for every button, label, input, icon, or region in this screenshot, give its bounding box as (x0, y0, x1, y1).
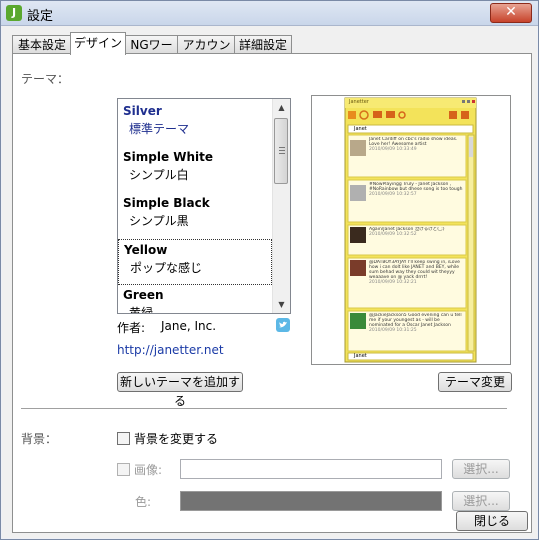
preview-app-name: Janetter (349, 99, 369, 105)
image-checkbox[interactable] (117, 463, 130, 476)
section-divider (21, 408, 507, 409)
color-swatch[interactable] (180, 491, 442, 511)
preview-tweet: #NowPlayingg Truly - Janet Jackson , #No… (369, 182, 463, 220)
theme-label: テーマ： (21, 72, 70, 86)
theme-list[interactable]: Silver 標準テーマ Simple White シンプル白 Simple B… (117, 98, 291, 314)
tweet-time: 2010/09/09 10:32:52 (369, 232, 417, 237)
change-background-checkbox[interactable] (117, 432, 130, 445)
settings-window: J 設定 ✕ 基本設定 デザイン NGワード アカウント 詳細設定 テーマ： S… (0, 0, 539, 540)
theme-item-green[interactable]: Green 黄緑 (118, 285, 272, 314)
theme-list-scrollbar[interactable]: ▲ ▼ (272, 99, 290, 313)
scroll-thumb[interactable] (274, 118, 288, 184)
change-theme-button[interactable]: テーマ変更 (438, 372, 512, 392)
background-label: 背景： (21, 432, 58, 446)
window-close-button[interactable]: ✕ (490, 3, 532, 23)
tweet-time: 2010/09/09 10:32:57 (369, 192, 417, 197)
theme-item-simple-black[interactable]: Simple Black シンプル黒 (118, 193, 272, 239)
title-bar: J 設定 ✕ (1, 1, 538, 26)
tweet-text: Janet Cardiff on cbc's radio show ideas.… (369, 137, 458, 147)
theme-item-silver[interactable]: Silver 標準テーマ (118, 101, 272, 147)
tab-ngword[interactable]: NGワード (124, 35, 179, 70)
design-panel: テーマ： Silver 標準テーマ Simple White シンプル白 Sim… (12, 53, 532, 533)
select-image-button[interactable]: 選択... (452, 459, 510, 479)
dialog-client: 基本設定 デザイン NGワード アカウント 詳細設定 テーマ： Silver 標… (2, 26, 537, 538)
tweet-text: @JackieJackson5 Good evening can u tell … (369, 313, 462, 328)
tab-advanced[interactable]: 詳細設定 (234, 35, 292, 54)
preview-tweet: @DATBOY3AYJAY I'll keep swing in, iLove … (369, 260, 463, 306)
theme-item-desc: 標準テーマ (129, 122, 190, 136)
author-value: Jane, Inc. (161, 319, 217, 333)
tab-account[interactable]: アカウント (177, 35, 236, 70)
scroll-down-arrow-icon[interactable]: ▼ (273, 296, 290, 313)
theme-url-link[interactable]: http://janetter.net (117, 343, 224, 357)
window-title: 設定 (27, 9, 54, 24)
janetter-app-icon: J (6, 5, 22, 21)
change-background-label: 背景を変更する (134, 432, 219, 446)
tweet-time: 2010/09/09 10:32:21 (369, 280, 417, 285)
preview-footer-text: Janet (354, 353, 367, 359)
image-path-input[interactable] (180, 459, 442, 479)
preview-search-text: Janet (354, 126, 367, 132)
scroll-up-arrow-icon[interactable]: ▲ (273, 99, 290, 116)
tab-design[interactable]: デザイン (70, 32, 126, 55)
close-dialog-button[interactable]: 閉じる (456, 511, 528, 531)
theme-item-desc: シンプル黒 (129, 214, 189, 228)
preview-tweet: @JackieJackson5 Good evening can u tell … (369, 313, 463, 349)
theme-item-name: Simple Black (123, 196, 210, 210)
select-color-button[interactable]: 選択... (452, 491, 510, 511)
theme-item-name: Yellow (124, 243, 168, 257)
tweet-text: #NowPlayingg Truly - Janet Jackson , #No… (369, 182, 463, 192)
twitter-bird-icon[interactable] (276, 318, 290, 332)
theme-item-yellow[interactable]: Yellow ポップな感じ (118, 239, 272, 285)
theme-preview: Janetter Janet Janet Cardiff on cbc's ra… (311, 95, 511, 365)
color-label: 色: (135, 495, 152, 509)
theme-item-simple-white[interactable]: Simple White シンプル白 (118, 147, 272, 193)
tweet-time: 2010/09/09 10:33:49 (369, 147, 417, 152)
theme-item-name: Silver (123, 104, 162, 118)
theme-item-name: Simple White (123, 150, 214, 164)
author-label: 作者: (117, 321, 146, 335)
preview-tweet: Again/Janet Jackson 泣けるけど(_;) 2010/09/09… (369, 227, 463, 253)
tweet-text: @DATBOY3AYJAY I'll keep swing in, iLove … (369, 260, 460, 280)
theme-item-name: Green (123, 288, 164, 302)
image-label: 画像: (134, 463, 163, 477)
theme-item-desc: 黄緑 (129, 306, 154, 314)
theme-item-desc: ポップな感じ (130, 261, 203, 275)
add-theme-button[interactable]: 新しいテーマを追加する (117, 372, 243, 408)
theme-item-desc: シンプル白 (129, 168, 189, 182)
tweet-time: 2010/09/09 10:31:25 (369, 328, 417, 333)
tab-basic[interactable]: 基本設定 (12, 35, 72, 54)
preview-tweet: Janet Cardiff on cbc's radio show ideas.… (369, 137, 463, 175)
